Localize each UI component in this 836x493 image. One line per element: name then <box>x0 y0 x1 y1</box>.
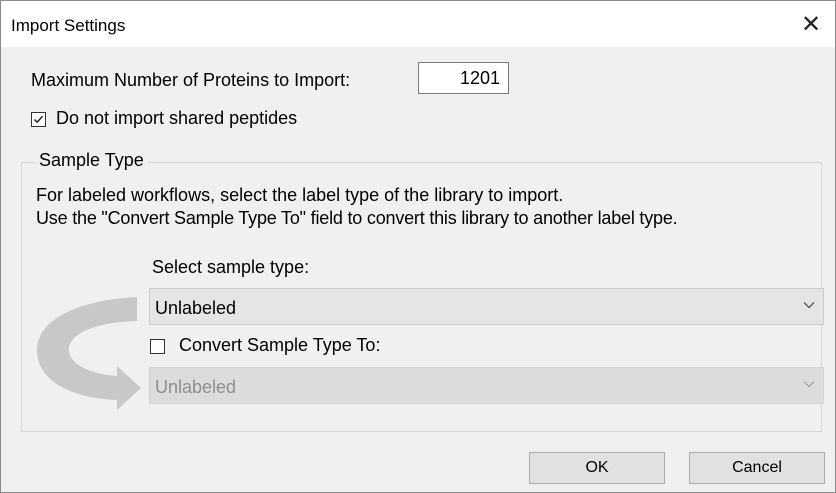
curved-arrow-icon <box>37 297 141 410</box>
max-proteins-input[interactable]: 1201 <box>418 62 509 94</box>
dialog-content: Maximum Number of Proteins to Import: 12… <box>1 47 835 492</box>
title-bar: Import Settings ✕ <box>1 1 835 47</box>
dialog-title: Import Settings <box>11 16 126 35</box>
convert-sample-type-select-value: Unlabeled <box>155 377 237 397</box>
sample-type-select[interactable]: Unlabeled <box>149 288 824 325</box>
sample-type-group-label: Sample Type <box>35 150 148 171</box>
close-icon: ✕ <box>800 10 822 38</box>
cancel-button[interactable]: Cancel <box>689 452 825 484</box>
shared-peptides-label[interactable]: Do not import shared peptides <box>56 108 297 129</box>
select-sample-type-label: Select sample type: <box>152 257 310 277</box>
chevron-down-icon <box>803 302 815 309</box>
import-settings-dialog: Import Settings ✕ Maximum Number of Prot… <box>0 0 836 493</box>
shared-peptides-checkbox[interactable] <box>31 112 46 127</box>
sample-type-description-line2: Use the "Convert Sample Type To" field t… <box>36 208 678 228</box>
convert-sample-type-checkbox[interactable] <box>150 339 165 354</box>
sample-type-select-value: Unlabeled <box>155 298 237 318</box>
ok-button[interactable]: OK <box>529 452 665 484</box>
checkmark-icon <box>33 115 44 124</box>
sample-type-description-line1: For labeled workflows, select the label … <box>36 185 564 205</box>
max-proteins-label: Maximum Number of Proteins to Import: <box>31 70 351 90</box>
close-button[interactable]: ✕ <box>787 1 835 47</box>
convert-sample-type-select[interactable]: Unlabeled <box>149 367 824 404</box>
chevron-down-icon <box>803 381 815 388</box>
convert-sample-type-label[interactable]: Convert Sample Type To: <box>179 335 380 356</box>
